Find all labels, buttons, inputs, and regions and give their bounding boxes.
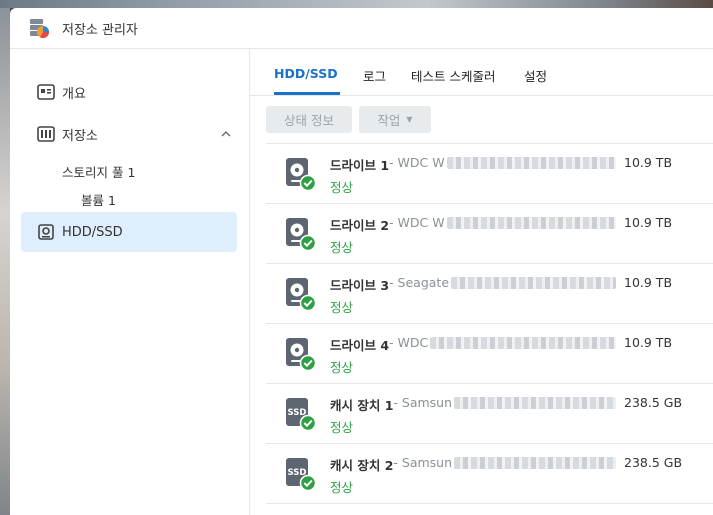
drive-name: 캐시 장치 2: [330, 458, 394, 473]
redacted-serial: [446, 157, 616, 169]
drive-name: 드라이브 2: [330, 218, 390, 233]
chevron-up-icon[interactable]: [221, 129, 231, 139]
tab-settings[interactable]: 설정: [524, 66, 547, 85]
drive-capacity: 10.9 TB: [624, 275, 673, 290]
sidebar: 개요 저장소 스토리지 풀 1 볼륨 1 HDD/SSD: [10, 49, 250, 515]
redacted-serial: [454, 457, 616, 469]
hdd-healthy-icon: [286, 218, 316, 251]
hdd-healthy-icon: [286, 158, 316, 191]
drive-row-1[interactable]: 드라이브 1 - WDC W 정상 10.9 TB: [266, 143, 713, 204]
drive-row-3[interactable]: 드라이브 3 - Seagate 정상 10.9 TB: [266, 264, 713, 324]
drive-name: 드라이브 3: [330, 278, 390, 293]
hdd-healthy-icon: [286, 278, 316, 311]
caret-down-icon: ▼: [406, 115, 413, 124]
drive-model: - Samsun: [393, 395, 453, 410]
drive-status: 정상: [330, 420, 354, 435]
hdd-healthy-icon: [286, 338, 316, 371]
action-label: 작업: [377, 113, 401, 128]
drive-status: 정상: [330, 360, 354, 375]
drive-status: 정상: [330, 240, 354, 255]
drive-status: 정상: [330, 480, 354, 495]
drive-list: 드라이브 1 - WDC W 정상 10.9 TB 드라이브 2 - WDC W…: [266, 143, 713, 504]
sidebar-item-overview[interactable]: 개요: [21, 72, 237, 112]
drive-row-4[interactable]: 드라이브 4 - WDC 정상 10.9 TB: [266, 324, 713, 384]
drive-status: 정상: [330, 180, 354, 195]
sidebar-item-storage[interactable]: 저장소: [21, 114, 237, 154]
drive-model: - Samsun: [393, 455, 453, 470]
drive-status: 정상: [330, 300, 354, 315]
drive-name: 드라이브 1: [330, 158, 390, 173]
overview-icon: [37, 84, 55, 100]
sidebar-item-volume[interactable]: 볼륨 1: [81, 190, 116, 209]
storage-manager-app-icon: [30, 19, 49, 39]
active-tab-indicator: [274, 92, 340, 95]
drive-row-5[interactable]: SSD 캐시 장치 1 - Samsun 정상 238.5 GB: [266, 384, 713, 444]
drive-row-2[interactable]: 드라이브 2 - WDC W 정상 10.9 TB: [266, 204, 713, 264]
drive-row-6[interactable]: SSD 캐시 장치 2 - Samsun 정상 238.5 GB: [266, 444, 713, 504]
drive-capacity: 10.9 TB: [624, 155, 673, 170]
main-panel: HDD/SSD 로그 테스트 스케줄러 설정 상태 정보 작업 ▼ 드라이브 1 …: [250, 49, 713, 515]
drive-model: - WDC W: [389, 155, 445, 170]
drive-capacity: 238.5 GB: [624, 455, 683, 470]
sidebar-item-label: HDD/SSD: [62, 224, 123, 240]
hdd-icon: [38, 224, 54, 240]
tab-bar: HDD/SSD 로그 테스트 스케줄러 설정: [250, 49, 713, 96]
drive-name: 캐시 장치 1: [330, 398, 394, 413]
tab-test-scheduler[interactable]: 테스트 스케줄러: [411, 66, 495, 85]
storage-manager-window: 저장소 관리자 개요 저장소 스토리지 풀 1 볼륨 1 HDD/SSD HDD…: [10, 8, 713, 515]
drive-model: - WDC W: [389, 215, 445, 230]
status-info-label: 상태 정보: [284, 113, 334, 128]
drive-name: 드라이브 4: [330, 338, 390, 353]
action-dropdown-button[interactable]: 작업 ▼: [359, 106, 431, 133]
app-title: 저장소 관리자: [62, 23, 138, 38]
sidebar-item-hdd-ssd[interactable]: HDD/SSD: [21, 212, 237, 252]
redacted-serial: [454, 397, 616, 409]
drive-model: - WDC: [389, 335, 429, 350]
ssd-healthy-icon: SSD: [286, 398, 316, 431]
sidebar-item-label: 저장소: [62, 128, 98, 144]
drive-capacity: 10.9 TB: [624, 335, 673, 350]
redacted-serial: [451, 277, 616, 289]
drive-capacity: 238.5 GB: [624, 395, 683, 410]
title-bar: 저장소 관리자: [10, 8, 713, 48]
drive-capacity: 10.9 TB: [624, 215, 673, 230]
tab-hdd-ssd[interactable]: HDD/SSD: [274, 66, 338, 81]
tab-log[interactable]: 로그: [363, 66, 386, 85]
drive-model: - Seagate: [389, 275, 450, 290]
ssd-healthy-icon: SSD: [286, 458, 316, 491]
redacted-serial: [430, 337, 616, 349]
sidebar-item-label: 개요: [62, 86, 86, 102]
storage-icon: [37, 126, 55, 142]
status-info-button[interactable]: 상태 정보: [266, 106, 352, 133]
sidebar-item-storage-pool[interactable]: 스토리지 풀 1: [62, 162, 135, 181]
redacted-serial: [446, 217, 616, 229]
